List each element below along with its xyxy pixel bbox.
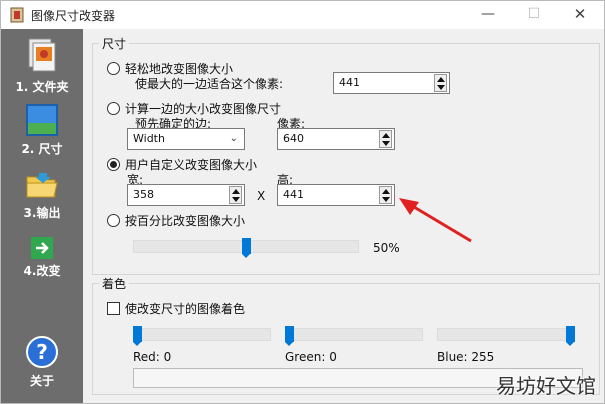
help-icon: ?	[26, 336, 58, 368]
sidebar-item-label: 4.改变	[23, 264, 61, 278]
multiply-label: X	[257, 189, 266, 203]
sidebar-item-label: 2. 尺寸	[21, 142, 63, 156]
red-value-label: Red: 0	[133, 350, 172, 364]
app-window: 图像尺寸改变器 — ☐ ✕ 1. 文件夹 2. 尺寸 3.输出 4.改变 ? 关…	[0, 0, 605, 404]
slider-track	[437, 328, 575, 341]
sidebar-item-label: 3.输出	[23, 206, 61, 220]
maximize-button[interactable]: ☐	[511, 1, 557, 29]
slider-thumb[interactable]	[566, 326, 575, 346]
radio-easy-resize[interactable]	[107, 62, 120, 75]
percent-slider[interactable]	[133, 238, 359, 258]
radio-percent-resize[interactable]	[107, 214, 120, 227]
tint-checkbox[interactable]	[107, 302, 120, 315]
tint-checkbox-label: 使改变尺寸的图像着色	[125, 302, 246, 316]
height-input[interactable]: 441	[277, 184, 395, 206]
percent-resize-label: 按百分比改变图像大小	[125, 214, 246, 228]
sidebar-item-label: 关于	[29, 374, 54, 388]
green-value-label: Green: 0	[285, 350, 337, 364]
slider-track	[285, 328, 423, 341]
sidebar-item-about[interactable]: ? 关于	[1, 335, 83, 389]
arrow-right-icon	[31, 237, 53, 259]
watermark-text: 易坊好文馆	[496, 374, 596, 398]
blue-slider[interactable]	[437, 326, 575, 346]
width-input[interactable]: 358	[127, 184, 245, 206]
app-icon	[10, 7, 24, 23]
tint-group-title: 着色	[99, 275, 130, 292]
minimize-button[interactable]: —	[465, 1, 511, 29]
radio-one-side-resize[interactable]	[107, 102, 120, 115]
longest-side-label: 使最大的一边适合这个像素:	[135, 77, 284, 91]
spin-buttons[interactable]	[229, 186, 242, 204]
spin-buttons[interactable]	[379, 186, 392, 204]
slider-thumb[interactable]	[285, 326, 294, 346]
green-slider[interactable]	[285, 326, 423, 346]
size-group-title: 尺寸	[99, 35, 130, 52]
title-bar: 图像尺寸改变器 — ☐ ✕	[1, 1, 604, 29]
slider-thumb[interactable]	[242, 238, 251, 258]
slider-thumb[interactable]	[133, 326, 142, 346]
slider-track	[133, 328, 271, 341]
percent-value: 50%	[373, 241, 400, 255]
radio-custom-resize[interactable]	[107, 158, 120, 171]
sidebar-item-change[interactable]: 4.改变	[1, 237, 83, 279]
sidebar-item-label: 1. 文件夹	[15, 80, 69, 94]
sidebar-item-folder[interactable]: 1. 文件夹	[1, 37, 83, 95]
spin-buttons[interactable]	[434, 74, 447, 92]
sidebar: 1. 文件夹 2. 尺寸 3.输出 4.改变 ? 关于	[1, 29, 83, 403]
sidebar-item-output[interactable]: 3.输出	[1, 169, 83, 221]
resize-image-icon	[26, 104, 58, 136]
output-folder-icon	[26, 173, 58, 198]
chevron-down-icon: ⌄	[229, 133, 238, 144]
size-groupbox: 尺寸 轻松地改变图像大小 使最大的一边适合这个像素: 441 计算一边的大小改变…	[92, 35, 600, 275]
spin-buttons[interactable]	[379, 130, 392, 148]
main-content: 尺寸 轻松地改变图像大小 使最大的一边适合这个像素: 441 计算一边的大小改变…	[84, 29, 604, 403]
folder-image-icon	[28, 38, 56, 72]
pixels-input[interactable]: 640	[277, 128, 395, 150]
custom-resize-label: 用户自定义改变图像大小	[125, 158, 258, 172]
blue-value-label: Blue: 255	[437, 350, 495, 364]
window-title: 图像尺寸改变器	[31, 9, 116, 23]
svg-text:?: ?	[36, 340, 48, 364]
close-button[interactable]: ✕	[557, 1, 603, 29]
longest-side-input[interactable]: 441	[333, 72, 450, 94]
red-slider[interactable]	[133, 326, 271, 346]
edge-select[interactable]: Width ⌄	[127, 128, 245, 150]
sidebar-item-size[interactable]: 2. 尺寸	[1, 103, 83, 157]
